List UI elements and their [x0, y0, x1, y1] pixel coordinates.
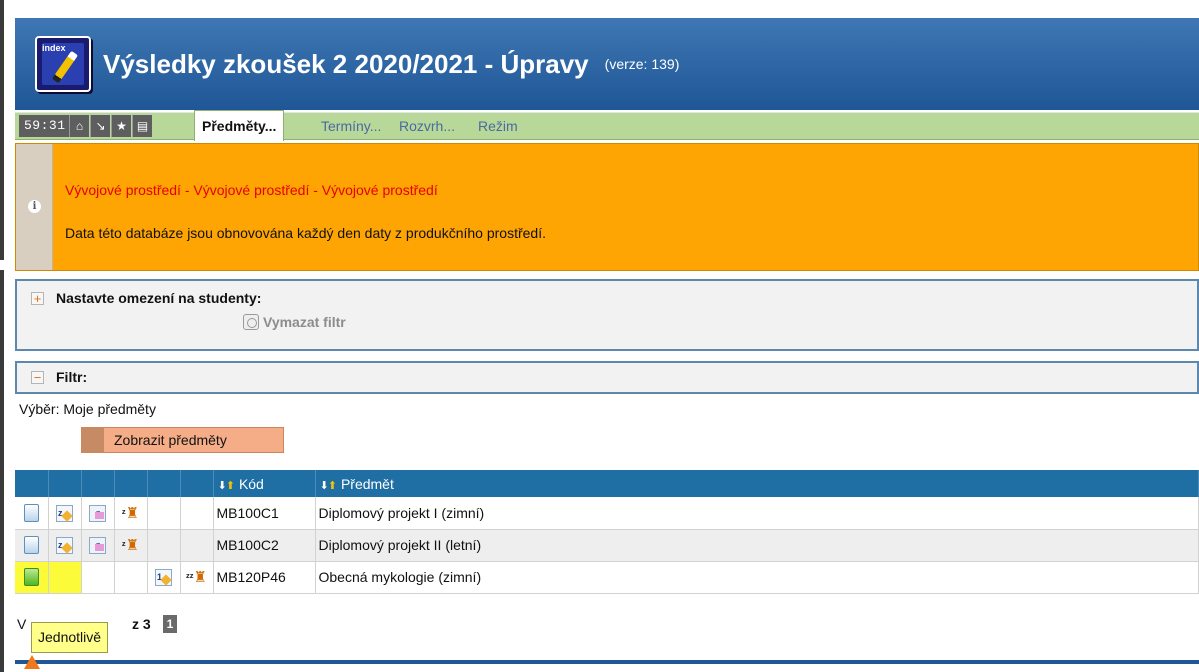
dev-environment-warning: i Vývojové prostředí - Vývojové prostřed… [15, 143, 1199, 271]
warning-text: Data této databáze jsou obnovována každý… [65, 225, 546, 241]
document-green-icon[interactable] [23, 568, 39, 587]
warning-icon [24, 655, 40, 669]
column-header-code[interactable]: ⬇⬆ Kód [213, 470, 316, 497]
toolbar: 59:31 ⌂ ↘ ★ ▤ Předměty... Termíny... Roz… [15, 110, 1199, 141]
document-icon[interactable] [23, 503, 39, 522]
grade-sheet-icon[interactable]: z [89, 504, 106, 522]
subjects-table: ⬇⬆ Kód ⬇⬆ Předmět z z z♜ MB100C1 Diplomový… [15, 470, 1199, 594]
pager-prefix: V [17, 616, 27, 632]
index-app-icon: index [35, 36, 91, 92]
sort-icon[interactable]: ⬇⬆ [218, 480, 235, 492]
eraser-icon [243, 314, 259, 330]
document-icon[interactable] [23, 536, 39, 555]
subject-name: Diplomový projekt II (letní) [315, 529, 1199, 562]
pager-total: z 3 [132, 616, 151, 632]
tab-rezim[interactable]: Režim [478, 113, 518, 140]
tab-terminy[interactable]: Termíny... [321, 113, 381, 140]
filter-selection: Výběr: Moje předměty [19, 401, 156, 417]
student-filter-heading[interactable]: Nastavte omezení na studenty: [56, 290, 261, 306]
subject-code: MB100C2 [213, 529, 316, 562]
window-left-edge [0, 0, 4, 672]
show-subjects-button[interactable]: Zobrazit předměty [81, 427, 284, 453]
page-title: Výsledky zkoušek 2 2020/2021 - Úpravy [103, 48, 589, 79]
subject-code: MB120P46 [213, 561, 316, 594]
edit-grades-icon[interactable]: z [56, 504, 73, 522]
table-row: z z z♜ MB100C1 Diplomový projekt I (zimn… [15, 497, 1199, 530]
bottom-divider [15, 660, 1199, 664]
expand-icon[interactable]: + [31, 292, 44, 305]
exam-seat-icon[interactable]: z♜ [122, 504, 139, 522]
version-label: (verze: 139) [604, 56, 680, 72]
pager-page-1[interactable]: 1 [163, 615, 177, 633]
grade-sheet-icon[interactable]: z [89, 536, 106, 554]
student-filter-panel: + Nastavte omezení na studenty: Vymazat … [15, 279, 1199, 351]
subject-name: Obecná mykologie (zimní) [315, 561, 1199, 594]
info-icon: i [28, 200, 41, 213]
tab-predmety[interactable]: Předměty... [194, 110, 285, 141]
app-header: index Výsledky zkoušek 2 2020/2021 - Úpr… [15, 18, 1199, 110]
clear-filter-label: Vymazat filtr [263, 314, 346, 330]
arrow-down-right-icon[interactable]: ↘ [90, 115, 110, 137]
table-row: 1 zz♜ MB120P46 Obecná mykologie (zimní) [15, 561, 1199, 594]
exam-seat-icon[interactable]: z♜ [122, 536, 139, 554]
column-header-subject[interactable]: ⬇⬆ Předmět [315, 470, 1199, 497]
edit-grades-individual-icon[interactable]: 1 [155, 568, 172, 586]
tab-rozvrh[interactable]: Rozvrh... [399, 113, 455, 140]
warning-title: Vývojové prostředí - Vývojové prostředí … [65, 182, 438, 198]
sort-icon[interactable]: ⬇⬆ [320, 480, 337, 492]
clear-filter-button[interactable]: Vymazat filtr [243, 314, 346, 330]
collapse-icon[interactable]: − [31, 371, 44, 384]
subject-name: Diplomový projekt I (zimní) [315, 497, 1199, 530]
filter-heading[interactable]: Filtr: [56, 369, 87, 385]
tooltip: Jednotlivě [31, 622, 109, 653]
filter-panel: − Filtr: [15, 361, 1199, 394]
home-icon[interactable]: ⌂ [69, 115, 89, 137]
edit-grades-icon[interactable]: z [56, 536, 73, 554]
app-icon-label: index [42, 43, 66, 53]
print-icon[interactable]: ▤ [132, 115, 152, 137]
subject-code: MB100C1 [213, 497, 316, 530]
table-row: z z z♜ MB100C2 Diplomový projekt II (let… [15, 529, 1199, 562]
session-timer: 59:31 [19, 115, 71, 137]
exam-seat-icon[interactable]: zz♜ [186, 568, 207, 586]
star-icon[interactable]: ★ [111, 115, 131, 137]
